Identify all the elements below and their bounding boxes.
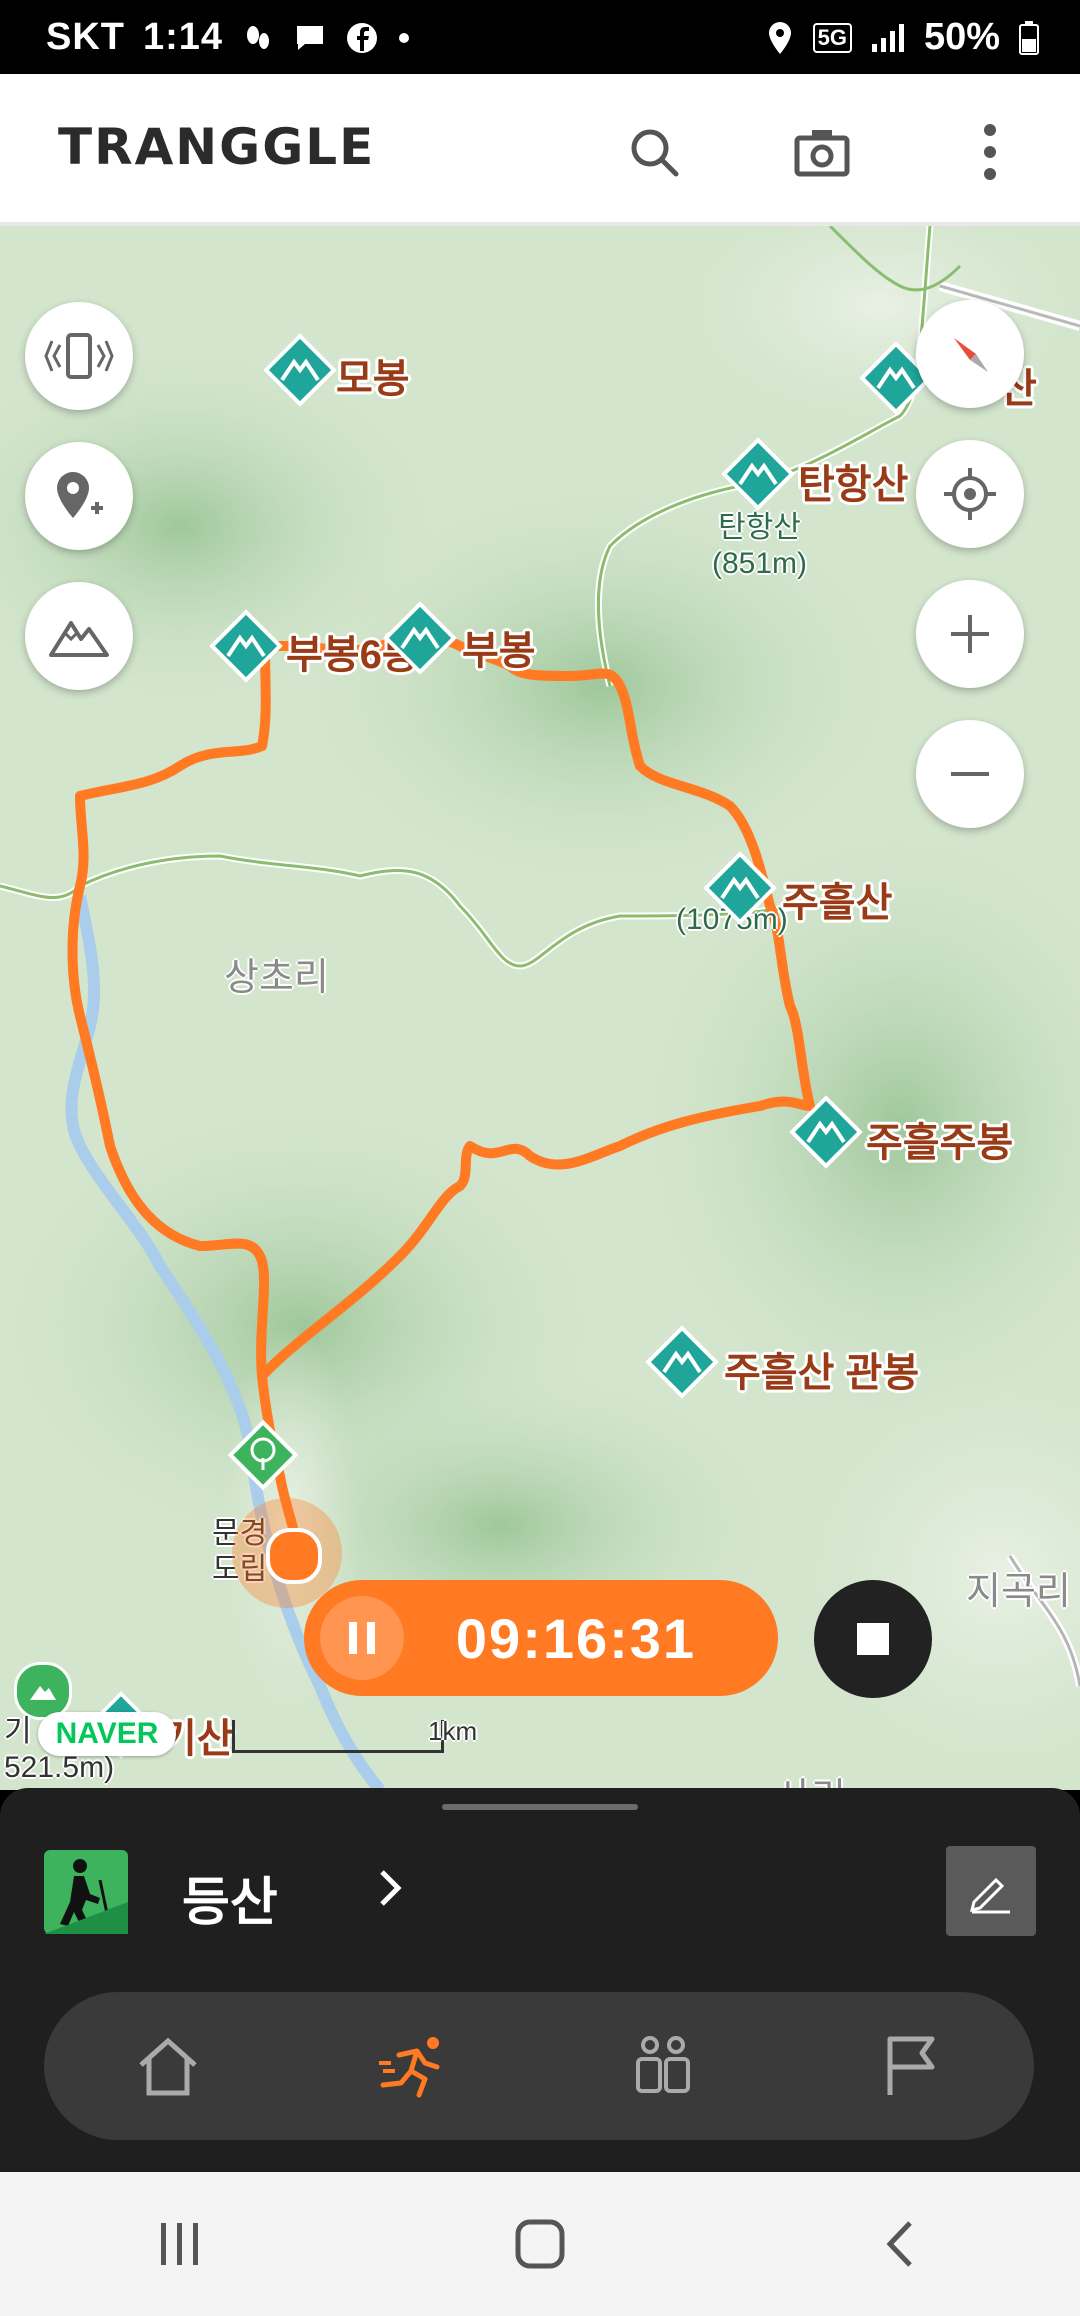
sheet-handle[interactable] [442,1804,638,1810]
map-terrain [0,226,1080,1790]
mountain-pin-icon [703,851,777,925]
peak-elevation: 탄항산 (851m) [712,511,808,580]
running-icon [379,2037,440,2098]
app-bar: TRANGGLE [0,74,1080,226]
back-icon [886,2221,912,2267]
tab-activity[interactable] [345,2006,485,2126]
mountain-pin-icon [209,609,283,683]
mountain-pin-icon [645,1325,719,1399]
search-button[interactable] [612,110,696,194]
chevron-right-icon[interactable] [372,1866,408,1910]
carrier: SKT [46,16,125,58]
stop-button[interactable] [814,1580,932,1698]
recents-icon [161,2223,198,2265]
dot-icon [399,32,410,43]
recents-button[interactable] [100,2184,260,2304]
zoom-in-icon [951,615,989,653]
battery-level: 50% [923,16,1000,58]
peak-marker-bubong6[interactable] [208,608,284,689]
pause-button[interactable] [320,1596,404,1680]
battery-icon [1019,20,1039,55]
start-marker[interactable] [226,1418,300,1497]
activity-sheet: 등산 [0,1788,1080,2172]
mountain-icon [49,621,109,657]
peak-label: 부봉 [462,629,536,673]
peak-marker-gwanbong[interactable] [644,1324,720,1405]
recording-timer: 09:16:31 [304,1580,778,1696]
add-pin-button[interactable] [25,442,133,550]
people-icon [635,2036,690,2093]
elapsed-time: 09:16:31 [455,1606,697,1670]
mountain-pin-icon [721,437,795,511]
peak-marker-juheuljubong[interactable] [788,1094,864,1175]
location-icon [768,21,791,54]
naver-attribution: NAVER [38,1712,176,1756]
peak-marker-juheulsan[interactable] [702,850,778,931]
app-logo: TRANGGLE [58,118,376,176]
mountain-pin-icon [383,601,457,675]
edit-button[interactable] [946,1846,1036,1936]
network-type: 5G [812,22,852,53]
signal-icon [871,23,904,52]
peak-label: 주흘산 [782,881,893,925]
place-label: 사리 [776,1766,846,1790]
compass-button[interactable] [916,300,1024,408]
add-pin-icon [57,472,103,518]
peak-label: 주흘주봉 [866,1121,1014,1165]
my-location-icon [944,468,996,520]
zoom-out-icon [951,772,989,776]
vibrate-toggle-button[interactable] [25,302,133,410]
place-label: 상초리 [224,957,329,999]
facebook-icon [347,22,378,53]
stop-icon [857,1623,889,1655]
peak-label: 탄항산 [798,463,909,507]
map-scale-bar [232,1720,444,1753]
footprint-icon [247,25,270,49]
activity-type-label[interactable]: 등산 [182,1860,278,1935]
more-vert-icon [984,124,996,180]
status-bar: SKT 1:14 5G 50% [0,0,1080,74]
map-view[interactable]: 모봉 탄항산 탄항산 (851m) 산 부봉6봉 부봉 (1075m) 주흘산 … [0,226,1080,1790]
vibrate-icon [44,333,114,379]
search-icon [631,129,679,177]
my-location-button[interactable] [916,440,1024,548]
peak-marker-bubong[interactable] [382,600,458,681]
camera-icon [794,130,850,177]
zoom-in-button[interactable] [916,580,1024,688]
hiking-icon [44,1850,128,1934]
back-button[interactable] [820,2184,980,2304]
tab-challenge[interactable] [840,2006,980,2126]
home-icon [139,2037,197,2096]
map-scale-label: 1km [428,1716,478,1746]
flag-icon [887,2036,935,2095]
place-label: 지곡리 [966,1571,1071,1613]
bottom-tab-bar [44,1992,1034,2140]
zoom-out-button[interactable] [916,720,1024,828]
peak-marker-tanhangsan[interactable] [720,436,796,517]
peak-label: 주흘산 관봉 [724,1351,920,1395]
peak-label: 모봉 [336,357,410,401]
home-nav-icon [515,2219,565,2269]
mountain-pin-icon [789,1095,863,1169]
mountain-pin-icon [263,333,337,407]
edit-icon [969,1877,1010,1914]
home-button[interactable] [460,2184,620,2304]
message-icon [297,25,324,50]
clock: 1:14 [143,16,224,58]
compass-icon [954,338,988,372]
terrain-button[interactable] [25,582,133,690]
tab-community[interactable] [593,2006,733,2126]
peak-marker-mobong[interactable] [262,332,338,413]
tree-icon [227,1419,299,1491]
pause-icon [349,1622,375,1654]
camera-button[interactable] [780,110,864,194]
tab-home[interactable] [98,2006,238,2126]
system-nav-bar [0,2172,1080,2316]
more-button[interactable] [948,110,1032,194]
